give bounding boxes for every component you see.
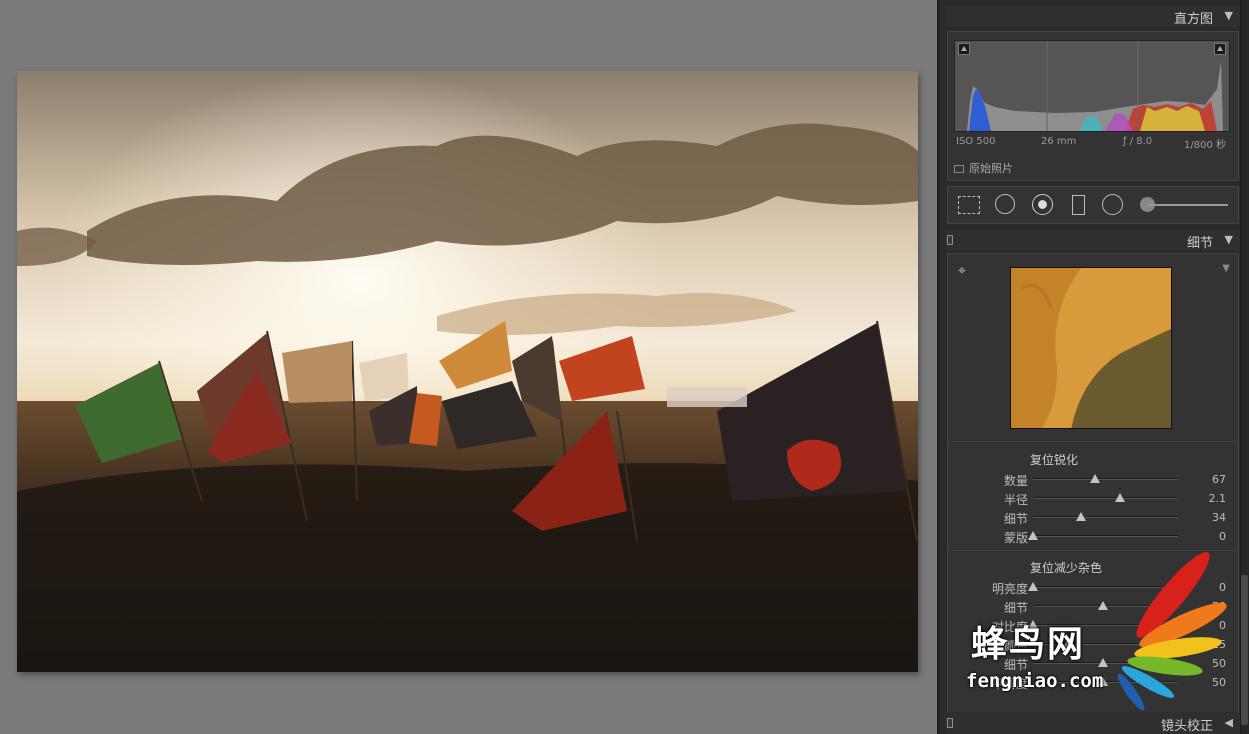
noise-reduction-title[interactable]: 复位减少杂色: [1030, 559, 1102, 576]
slider-row[interactable]: 颜色 25: [948, 635, 1238, 653]
histogram-graph[interactable]: [954, 40, 1230, 132]
slider-value[interactable]: 50: [1212, 657, 1226, 670]
original-photo-label: 原始照片: [969, 162, 1013, 175]
collapse-triangle-icon[interactable]: ▼: [1225, 233, 1233, 246]
slider-label: 半径: [1003, 493, 1028, 507]
slider-label: 细节: [1003, 601, 1028, 615]
graduated-filter-icon[interactable]: [1072, 195, 1085, 215]
slider-row[interactable]: 半径 2.1: [948, 489, 1238, 507]
lens-correction-header[interactable]: 镜头校正 ◀: [945, 712, 1241, 734]
brush-slider-track[interactable]: [1148, 204, 1228, 206]
crop-overlay-icon[interactable]: [958, 196, 980, 214]
slider-thumb[interactable]: [1089, 474, 1100, 483]
slider-thumb[interactable]: [1028, 531, 1038, 540]
radial-filter-icon[interactable]: [1102, 194, 1123, 215]
detail-preview[interactable]: [1010, 267, 1172, 429]
slider-value[interactable]: 50: [1212, 600, 1226, 613]
slider-value[interactable]: 50: [1212, 676, 1226, 689]
histogram-title: 直方图: [1173, 12, 1213, 27]
panel-switch-icon[interactable]: [947, 235, 953, 245]
slider-label: 明亮度: [991, 582, 1028, 596]
checkbox-icon[interactable]: [954, 165, 964, 173]
slider-track[interactable]: [1033, 497, 1178, 499]
crosshair-target-icon[interactable]: ⌖: [958, 263, 966, 279]
red-eye-icon[interactable]: [1032, 194, 1053, 215]
slider-track[interactable]: [1033, 535, 1178, 537]
panel-scrollbar[interactable]: [1240, 0, 1249, 734]
slider-value[interactable]: 0: [1219, 530, 1226, 543]
right-panel: 直方图 ▼ ISO 500 26 mm ƒ / 8.0 1/800 秒 原始照片: [937, 0, 1249, 734]
detail-header[interactable]: 细节 ▼: [945, 229, 1241, 251]
slider-thumb[interactable]: [1098, 677, 1108, 686]
slider-value[interactable]: 67: [1212, 473, 1226, 486]
scrollbar-thumb[interactable]: [1241, 575, 1248, 725]
slider-thumb[interactable]: [1063, 639, 1073, 648]
slider-label: 对比度: [991, 620, 1028, 634]
slider-value[interactable]: 25: [1212, 638, 1226, 651]
photo-canvas-area[interactable]: [0, 0, 937, 734]
expand-triangle-icon[interactable]: ◀: [1225, 716, 1233, 729]
slider-track[interactable]: [1033, 516, 1178, 518]
tool-strip: [947, 186, 1239, 224]
slider-thumb[interactable]: [1075, 512, 1086, 521]
slider-label: 细节: [1003, 658, 1028, 672]
slider-value[interactable]: 0: [1219, 581, 1226, 594]
slider-thumb[interactable]: [1098, 601, 1108, 610]
slider-label: 颜色: [1003, 639, 1028, 653]
slider-track[interactable]: [1033, 478, 1178, 480]
slider-track[interactable]: [1033, 586, 1178, 588]
focal-length-readout: 26 mm: [1041, 136, 1077, 147]
slider-row[interactable]: 明亮度 0: [948, 578, 1238, 596]
slider-value[interactable]: 2.1: [1209, 492, 1227, 505]
spot-removal-icon[interactable]: [995, 194, 1015, 214]
slider-track[interactable]: [1033, 624, 1178, 626]
slider-label: 蒙版: [1003, 531, 1028, 545]
aperture-readout: ƒ / 8.0: [1123, 136, 1153, 147]
slider-thumb[interactable]: [1028, 620, 1038, 629]
slider-row[interactable]: 细节 34: [948, 508, 1238, 526]
shutter-readout: 1/800 秒: [1184, 140, 1226, 151]
slider-label: 数量: [1003, 474, 1028, 488]
detail-panel: ⌖ ▼ 复位锐化 数量 67 半径 2.1 细节 34 蒙版 0 复位减少杂色 明亮度 0 细节 5…: [947, 253, 1239, 713]
slider-row[interactable]: 平滑度 50: [948, 673, 1238, 691]
slider-row[interactable]: 细节 50: [948, 654, 1238, 672]
histogram-header[interactable]: 直方图 ▼: [945, 5, 1241, 27]
panel-switch-icon[interactable]: [947, 718, 953, 728]
slider-thumb[interactable]: [1028, 582, 1038, 591]
slider-label: 平滑度: [991, 677, 1028, 691]
histogram-panel: ISO 500 26 mm ƒ / 8.0 1/800 秒 原始照片: [947, 31, 1239, 181]
main-photo[interactable]: [17, 71, 918, 672]
slider-thumb[interactable]: [1114, 493, 1125, 502]
slider-track[interactable]: [1033, 643, 1178, 645]
sharpening-title[interactable]: 复位锐化: [1030, 451, 1078, 468]
slider-row[interactable]: 对比度 0: [948, 616, 1238, 634]
slider-value[interactable]: 34: [1212, 511, 1226, 524]
original-photo-checkbox[interactable]: 原始照片: [954, 160, 1013, 176]
iso-readout: ISO 500: [956, 136, 996, 147]
slider-row[interactable]: 数量 67: [948, 470, 1238, 488]
slider-thumb[interactable]: [1098, 658, 1108, 667]
slider-label: 细节: [1003, 512, 1028, 526]
slider-row[interactable]: 细节 50: [948, 597, 1238, 615]
slider-row[interactable]: 蒙版 0: [948, 527, 1238, 545]
detail-title: 细节: [1186, 236, 1213, 251]
collapse-triangle-icon[interactable]: ▼: [1225, 9, 1233, 22]
slider-value[interactable]: 0: [1219, 619, 1226, 632]
preview-collapse-icon[interactable]: ▼: [1222, 263, 1230, 274]
lens-correction-title: 镜头校正: [1160, 719, 1213, 734]
